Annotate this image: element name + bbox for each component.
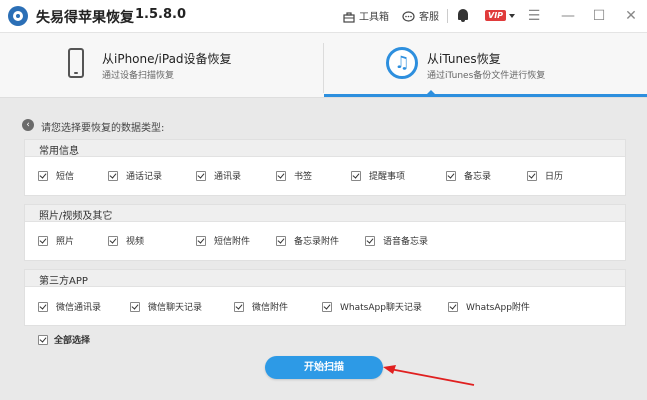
- instruction-text: 请您选择要恢复的数据类型:: [41, 123, 165, 134]
- checkbox-label: 备忘录: [464, 172, 492, 182]
- checkbox-wechat-contacts[interactable]: 微信通讯录: [38, 301, 102, 314]
- checkbox-label: 短信附件: [214, 237, 251, 247]
- checkbox-label: WhatsApp聊天记录: [340, 303, 422, 313]
- checkbox-label: 照片: [56, 237, 75, 247]
- checkbox-checked-icon: [108, 170, 118, 181]
- checkbox-contacts[interactable]: 通讯录: [196, 170, 242, 183]
- app-logo-icon: [8, 6, 28, 26]
- checkbox-notes[interactable]: 备忘录: [446, 170, 492, 183]
- checkbox-checked-icon: [446, 170, 456, 181]
- checkbox-wechat-chat[interactable]: 微信聊天记录: [130, 301, 203, 314]
- support-button[interactable]: 客服: [402, 8, 439, 23]
- toolbox-label: 工具箱: [359, 12, 389, 23]
- checkbox-checked-icon: [108, 235, 118, 246]
- checkbox-label: 书签: [294, 172, 313, 182]
- checkbox-whatsapp-chat[interactable]: WhatsApp聊天记录: [322, 301, 422, 314]
- menu-icon[interactable]: ☰: [526, 8, 542, 24]
- mode-itunes-title: 从iTunes恢复: [427, 52, 501, 66]
- toolbox-button[interactable]: 工具箱: [343, 8, 389, 23]
- toolbox-icon: [343, 11, 355, 23]
- checkbox-label: WhatsApp附件: [466, 303, 530, 313]
- checkbox-checked-icon: [365, 235, 375, 246]
- chat-bubble-icon: [402, 11, 415, 22]
- section-photos-videos: 照片/视频及其它: [24, 204, 626, 261]
- checkbox-label: 提醒事项: [369, 172, 406, 182]
- checkbox-checked-icon: [38, 170, 48, 181]
- back-icon[interactable]: ‹: [22, 119, 34, 131]
- start-scan-button[interactable]: 开始扫描: [265, 356, 383, 379]
- red-arrow-annotation: [383, 365, 475, 386]
- checkbox-label: 短信: [56, 172, 75, 182]
- arrow-shaft: [389, 368, 475, 386]
- checkbox-label: 微信聊天记录: [148, 303, 203, 313]
- app-title: 失易得苹果恢复: [36, 10, 134, 26]
- checkbox-checked-icon: [234, 301, 244, 312]
- section-title: 照片/视频及其它: [39, 211, 113, 222]
- checkbox-checked-icon: [448, 301, 458, 312]
- section-header: 照片/视频及其它: [25, 205, 625, 222]
- checkbox-checked-icon: [38, 235, 48, 246]
- section-title: 第三方APP: [39, 276, 88, 287]
- phone-icon: [68, 48, 84, 78]
- arrow-head: [383, 365, 396, 374]
- section-title: 常用信息: [39, 146, 79, 157]
- select-all-label: 全部选择: [54, 336, 91, 346]
- checkbox-bookmarks[interactable]: 书签: [276, 170, 313, 183]
- mode-itunes-subtitle: 通过iTunes备份文件进行恢复: [427, 71, 546, 81]
- maximize-icon[interactable]: ☐: [591, 8, 607, 24]
- minimize-icon[interactable]: —: [560, 8, 576, 24]
- checkbox-label: 日历: [545, 172, 564, 182]
- close-icon[interactable]: ✕: [623, 8, 639, 24]
- select-all-checkbox[interactable]: 全部选择: [38, 334, 91, 347]
- checkbox-checked-icon: [196, 235, 206, 246]
- section-common-info: 常用信息: [24, 139, 626, 196]
- checkbox-sms-attachments[interactable]: 短信附件: [196, 235, 251, 248]
- checkbox-label: 备忘录附件: [294, 237, 340, 247]
- toolbar-separator: [447, 9, 448, 23]
- active-mode-notch: [426, 90, 436, 95]
- section-header: 第三方APP: [25, 270, 625, 287]
- checkbox-sms[interactable]: 短信: [38, 170, 75, 183]
- checkbox-checked-icon: [38, 334, 48, 345]
- checkbox-checked-icon: [527, 170, 537, 181]
- checkbox-checked-icon: [276, 170, 286, 181]
- checkbox-photos[interactable]: 照片: [38, 235, 75, 248]
- chevron-down-icon[interactable]: [509, 14, 515, 18]
- checkbox-notes-attachments[interactable]: 备忘录附件: [276, 235, 340, 248]
- checkbox-checked-icon: [322, 301, 332, 312]
- checkbox-checked-icon: [130, 301, 140, 312]
- checkbox-checked-icon: [276, 235, 286, 246]
- bell-icon[interactable]: [458, 9, 468, 22]
- checkbox-calendar[interactable]: 日历: [527, 170, 564, 183]
- section-header: 常用信息: [25, 140, 625, 157]
- checkbox-call-log[interactable]: 通话记录: [108, 170, 163, 183]
- checkbox-label: 微信附件: [252, 303, 289, 313]
- active-mode-indicator: [324, 94, 647, 97]
- mode-device-subtitle: 通过设备扫描恢复: [102, 71, 175, 81]
- checkbox-label: 语音备忘录: [383, 237, 429, 247]
- vip-badge[interactable]: VIP: [485, 10, 507, 21]
- checkbox-whatsapp-attachments[interactable]: WhatsApp附件: [448, 301, 530, 314]
- checkbox-label: 通话记录: [126, 172, 163, 182]
- checkbox-wechat-attachments[interactable]: 微信附件: [234, 301, 289, 314]
- checkbox-checked-icon: [38, 301, 48, 312]
- mode-device-title: 从iPhone/iPad设备恢复: [102, 52, 232, 66]
- checkbox-checked-icon: [196, 170, 206, 181]
- title-bar: 失易得苹果恢复 1.5.8.0 工具箱 客服 VIP ☰ — ☐ ✕: [0, 0, 647, 33]
- checkbox-label: 通讯录: [214, 172, 242, 182]
- checkbox-reminders[interactable]: 提醒事项: [351, 170, 406, 183]
- section-third-party-apps: 第三方APP: [24, 269, 626, 326]
- checkbox-label: 微信通讯录: [56, 303, 102, 313]
- checkbox-checked-icon: [351, 170, 361, 181]
- app-version: 1.5.8.0: [135, 7, 186, 22]
- checkbox-label: 视频: [126, 237, 145, 247]
- checkbox-voice-memos[interactable]: 语音备忘录: [365, 235, 429, 248]
- checkbox-videos[interactable]: 视频: [108, 235, 145, 248]
- support-label: 客服: [419, 12, 439, 23]
- itunes-music-icon: ♫: [386, 47, 418, 79]
- mode-divider: [323, 43, 324, 93]
